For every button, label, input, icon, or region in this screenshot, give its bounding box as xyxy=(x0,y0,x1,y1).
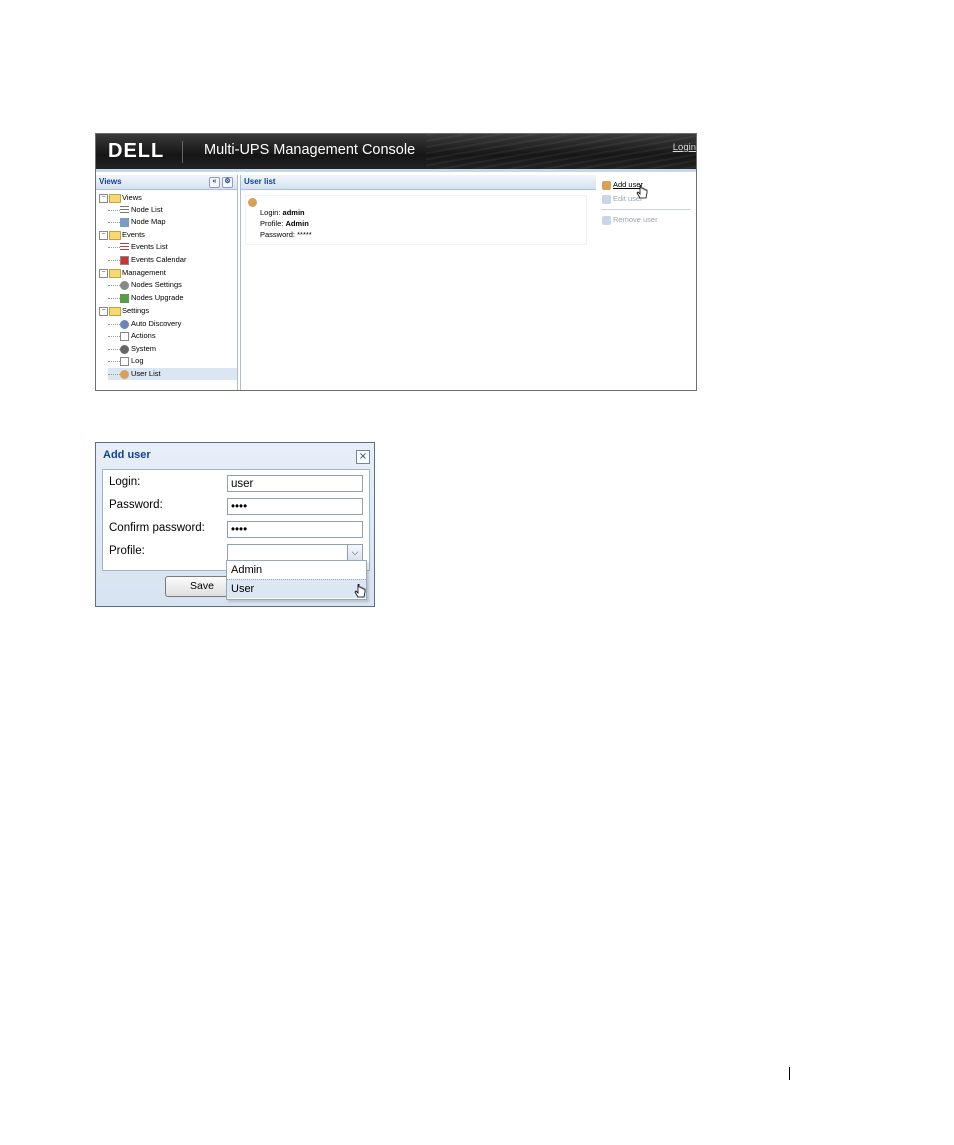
discovery-icon xyxy=(120,319,129,329)
tree-item-nodes-settings[interactable]: Nodes Settings xyxy=(108,279,182,291)
tree-folder-events[interactable]: − Events xyxy=(99,229,145,241)
user-icon xyxy=(120,369,129,379)
header-decoration xyxy=(426,134,696,169)
user-profile: Profile: Admin xyxy=(260,219,309,228)
hand-cursor-icon xyxy=(354,584,366,598)
map-icon xyxy=(120,217,129,227)
views-panel-header: Views « ⚙ xyxy=(96,175,237,190)
tree-folder-management[interactable]: − Management xyxy=(99,267,166,279)
login-input[interactable]: user xyxy=(227,475,363,492)
upgrade-icon xyxy=(120,293,129,303)
confirm-password-input[interactable]: •••• xyxy=(227,521,363,538)
add-user-icon xyxy=(602,180,611,190)
console-title: Multi-UPS Management Console xyxy=(204,142,416,158)
tree-item-node-map[interactable]: Node Map xyxy=(108,216,166,228)
tree-item-events-calendar[interactable]: Events Calendar xyxy=(108,254,186,266)
password-input[interactable]: •••• xyxy=(227,498,363,515)
tree-item-auto-discovery[interactable]: Auto Discovery xyxy=(108,318,181,330)
profile-select[interactable]: ⌵ xyxy=(227,544,363,561)
collapse-toggle-icon[interactable]: − xyxy=(99,230,108,240)
calendar-icon xyxy=(120,255,129,265)
tree-item-log[interactable]: Log xyxy=(108,355,144,367)
user-record[interactable]: Login: admin Profile: Admin Password: **… xyxy=(245,195,587,245)
system-gear-icon xyxy=(120,344,129,354)
dialog-form: Login: user Password: •••• Confirm passw… xyxy=(102,469,370,571)
tree-folder-views[interactable]: − Views xyxy=(99,192,142,204)
console-header: DELL Multi-UPS Management Console Login xyxy=(96,134,696,172)
add-user-dialog: Add user × Login: user Password: •••• Co… xyxy=(95,442,375,607)
dell-logo: DELL xyxy=(108,140,165,162)
profile-option-admin[interactable]: Admin xyxy=(227,561,366,579)
console-window: DELL Multi-UPS Management Console Login … xyxy=(95,133,697,391)
list-icon xyxy=(120,205,129,215)
close-icon[interactable]: × xyxy=(356,450,370,464)
collapse-icon[interactable]: « xyxy=(209,177,220,188)
login-label: Login: xyxy=(109,476,141,488)
hand-cursor-icon xyxy=(636,185,648,199)
folder-icon xyxy=(109,193,121,203)
gear-icon[interactable]: ⚙ xyxy=(222,177,233,188)
tree-item-user-list[interactable]: User List xyxy=(108,368,237,380)
tree-item-actions[interactable]: Actions xyxy=(108,330,156,342)
header-separator xyxy=(182,141,183,163)
collapse-toggle-icon[interactable]: − xyxy=(99,268,108,278)
chevron-down-icon[interactable]: ⌵ xyxy=(347,545,362,560)
list-icon xyxy=(120,242,129,252)
folder-icon xyxy=(109,306,121,316)
profile-label: Profile: xyxy=(109,545,145,557)
tree-item-events-list[interactable]: Events List xyxy=(108,241,168,253)
page-margin-rule xyxy=(789,1067,790,1080)
actions-panel: Add user Edit user Remove user xyxy=(596,175,696,390)
tree-folder-settings[interactable]: − Settings xyxy=(99,305,149,317)
edit-user-icon xyxy=(602,194,611,204)
folder-icon xyxy=(109,268,121,278)
remove-user-action[interactable]: Remove user xyxy=(602,215,658,225)
collapse-toggle-icon[interactable]: − xyxy=(99,193,108,203)
settings-icon xyxy=(120,280,129,290)
views-panel-title: Views xyxy=(99,177,122,186)
confirm-password-label: Confirm password: xyxy=(109,522,205,534)
profile-dropdown-list: Admin User xyxy=(226,560,367,600)
user-list-header: User list xyxy=(241,175,596,190)
tree-item-system[interactable]: System xyxy=(108,343,156,355)
user-icon xyxy=(248,198,257,207)
document-icon xyxy=(120,356,129,366)
password-label: Password: xyxy=(109,499,163,511)
dialog-title: Add user xyxy=(103,449,151,461)
actions-separator xyxy=(601,209,691,210)
views-panel: Views « ⚙ − Views Node List Node Map − Eve… xyxy=(96,175,238,390)
collapse-toggle-icon[interactable]: − xyxy=(99,306,108,316)
user-list-panel: User list Login: admin Profile: Admin Pa… xyxy=(240,175,597,390)
profile-option-user[interactable]: User xyxy=(227,579,366,598)
tree-item-node-list[interactable]: Node List xyxy=(108,204,163,216)
user-login: Login: admin xyxy=(260,208,305,217)
folder-icon xyxy=(109,230,121,240)
user-password: Password: ***** xyxy=(260,230,312,239)
remove-user-icon xyxy=(602,215,611,225)
tree-item-nodes-upgrade[interactable]: Nodes Upgrade xyxy=(108,292,184,304)
envelope-icon xyxy=(120,331,129,341)
login-link[interactable]: Login xyxy=(673,142,696,153)
